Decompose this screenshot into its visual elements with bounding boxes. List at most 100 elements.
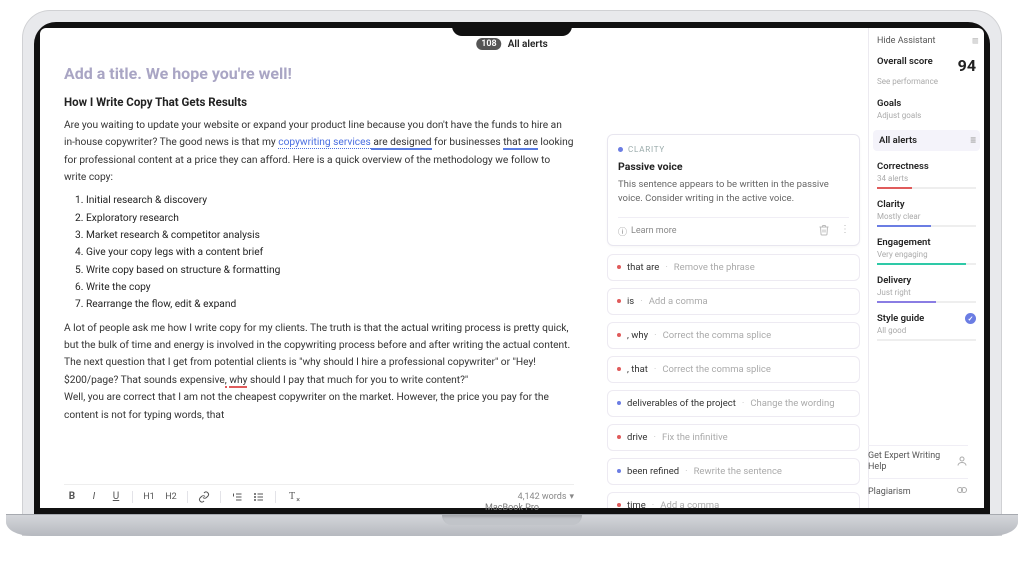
paragraph-4[interactable]: Well, you are correct that I am not the … (64, 389, 574, 424)
sidebar-footer: Get Expert Writing Help Plagiarism (868, 445, 976, 504)
alert-hint: Add a comma (649, 296, 708, 307)
goals-section[interactable]: Goals Adjust goals (877, 98, 976, 120)
sidebar-item-all-alerts[interactable]: All alerts ≡ (873, 130, 980, 151)
copywriting-link[interactable]: copywriting services (278, 137, 371, 149)
alert-category: CLARITY (618, 145, 849, 154)
plagiarism-link[interactable]: Plagiarism (868, 478, 968, 504)
severity-dot-icon (617, 299, 621, 303)
alert-hint: Correct the comma splice (662, 364, 771, 375)
sidebar-item-style-guide[interactable]: Style guide ✓ All good (877, 313, 976, 341)
style-bar (877, 339, 976, 341)
document-subtitle[interactable]: How I Write Copy That Gets Results (64, 95, 574, 109)
list-item[interactable]: Market research & competitor analysis (86, 227, 574, 244)
alert-phrase: is (627, 296, 634, 307)
word-count[interactable]: 4,142 words ▾ (518, 492, 574, 502)
list-item[interactable]: Give your copy legs with a content brief (86, 244, 574, 261)
alert-mini-card[interactable]: deliverables of the project·Change the w… (607, 390, 860, 417)
severity-dot-icon (617, 265, 621, 269)
clear-format-button[interactable]: T× (284, 489, 300, 505)
alert-hint: Add a comma (660, 500, 719, 509)
see-performance-link[interactable]: See performance (877, 77, 976, 86)
alert-hint: Correct the comma splice (663, 330, 772, 341)
list-item[interactable]: Write copy based on structure & formatti… (86, 262, 574, 279)
alert-hint: Remove the phrase (674, 262, 755, 273)
alert-mini-card[interactable]: time·Add a comma (607, 492, 860, 509)
list-item[interactable]: Write the copy (86, 279, 574, 296)
severity-dot-icon (617, 333, 621, 337)
wordy-highlight[interactable]: that are (503, 137, 538, 150)
expert-help-link[interactable]: Get Expert Writing Help (868, 445, 968, 478)
alert-description: This sentence appears to be written in t… (618, 178, 849, 207)
alert-mini-card[interactable]: is·Add a comma (607, 288, 860, 315)
alert-mini-card[interactable]: , why·Correct the comma splice (607, 322, 860, 349)
active-alert-card[interactable]: CLARITY Passive voice This sentence appe… (607, 134, 860, 246)
sidebar-item-engagement[interactable]: Engagement Very engaging (877, 237, 976, 265)
alerts-column: CLARITY Passive voice This sentence appe… (598, 28, 868, 508)
paragraph-2[interactable]: A lot of people ask me how I write copy … (64, 320, 574, 355)
alert-phrase: drive (627, 432, 647, 443)
title-placeholder[interactable]: Add a title. We hope you're well! (64, 64, 574, 83)
alert-hint: Change the wording (750, 398, 834, 409)
sidebar-item-delivery[interactable]: Delivery Just right (877, 275, 976, 303)
toolbar-separator (132, 491, 133, 503)
numbered-list-button[interactable] (229, 489, 245, 505)
alert-phrase: , why (627, 330, 648, 341)
info-icon: ⓘ (618, 225, 627, 238)
bold-button[interactable]: B (64, 489, 80, 505)
h1-button[interactable]: H1 (141, 489, 157, 505)
overall-score[interactable]: Overall score 94 (877, 56, 976, 75)
paragraph-3[interactable]: The next question that I get from potent… (64, 354, 574, 389)
layout-icon[interactable]: ▥ (973, 36, 976, 46)
clarity-bar (877, 225, 976, 227)
sliders-icon: ≡ (970, 135, 974, 146)
steps-list[interactable]: Initial research & discovery Exploratory… (86, 192, 574, 313)
trash-icon[interactable] (818, 224, 830, 239)
toolbar-separator (275, 491, 276, 503)
trackpad-notch (442, 515, 582, 525)
alert-mini-card[interactable]: , that·Correct the comma splice (607, 356, 860, 383)
camera-notch (452, 22, 572, 36)
laptop-frame: 108 All alerts Add a title. We hope you'… (22, 10, 1002, 536)
alert-mini-card[interactable]: been refined·Rewrite the sentence (607, 458, 860, 485)
check-icon: ✓ (965, 313, 976, 324)
toolbar-separator (220, 491, 221, 503)
list-item[interactable]: Exploratory research (86, 210, 574, 227)
severity-dot-icon (617, 401, 621, 405)
correctness-bar (877, 187, 976, 189)
sidebar-item-clarity[interactable]: Clarity Mostly clear (877, 199, 976, 227)
list-item[interactable]: Initial research & discovery (86, 192, 574, 209)
app-screen: 108 All alerts Add a title. We hope you'… (40, 28, 984, 508)
passive-highlight[interactable]: are designed (371, 137, 432, 150)
alert-title: Passive voice (618, 160, 849, 173)
link-button[interactable] (196, 489, 212, 505)
category-dot-icon (618, 147, 623, 152)
sidebar-item-correctness[interactable]: Correctness 34 alerts (877, 161, 976, 189)
editor-pane[interactable]: Add a title. We hope you're well! How I … (40, 28, 598, 508)
engagement-bar (877, 263, 976, 265)
bullet-list-button[interactable] (251, 489, 267, 505)
alert-hint: Rewrite the sentence (694, 466, 782, 477)
laptop-base: MacBook Pro (6, 514, 1018, 536)
severity-dot-icon (617, 435, 621, 439)
hide-assistant-button[interactable]: Hide Assistant (877, 36, 935, 46)
more-icon[interactable]: ⋮ (840, 224, 849, 239)
alert-mini-card[interactable]: drive·Fix the infinitive (607, 424, 860, 451)
italic-button[interactable]: I (86, 489, 102, 505)
alert-hint: Fix the infinitive (662, 432, 728, 443)
list-item[interactable]: Rearrange the flow, edit & expand (86, 296, 574, 313)
underline-button[interactable]: U (108, 489, 124, 505)
h2-button[interactable]: H2 (163, 489, 179, 505)
delivery-bar (877, 301, 976, 303)
alert-mini-card[interactable]: that are·Remove the phrase (607, 254, 860, 281)
link-icon (956, 484, 968, 499)
alert-phrase: that are (627, 262, 659, 273)
screen-bezel: 108 All alerts Add a title. We hope you'… (34, 22, 990, 514)
paragraph-1[interactable]: Are you waiting to update your website o… (64, 117, 574, 186)
learn-more-link[interactable]: ⓘ Learn more (618, 225, 677, 238)
assistant-sidebar: Hide Assistant ▥ Overall score 94 See pe… (868, 28, 984, 508)
device-brand: MacBook Pro (485, 503, 539, 513)
chevron-down-icon: ▾ (569, 492, 574, 502)
why-error[interactable]: why (229, 375, 247, 388)
alert-phrase: been refined (627, 466, 679, 477)
alert-phrase: deliverables of the project (627, 398, 736, 409)
